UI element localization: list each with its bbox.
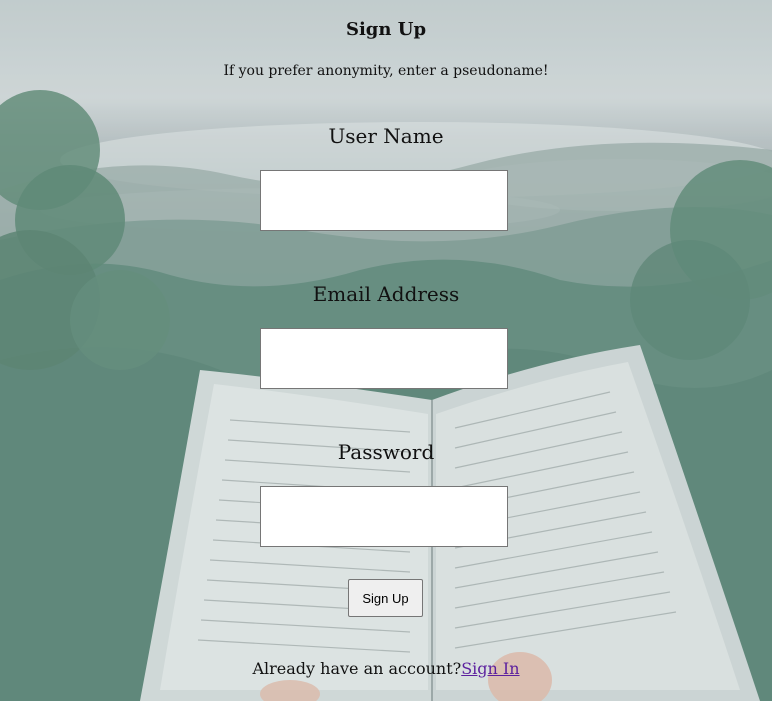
email-input[interactable] bbox=[260, 328, 508, 389]
password-input[interactable] bbox=[260, 486, 508, 547]
password-label: Password bbox=[337, 440, 435, 464]
signup-form-container: Sign Up If you prefer anonymity, enter a… bbox=[0, 0, 772, 701]
sign-in-prompt-text: Already have an account? bbox=[252, 659, 462, 678]
email-label: Email Address bbox=[312, 282, 460, 306]
username-label: User Name bbox=[328, 124, 444, 148]
username-input[interactable] bbox=[260, 170, 508, 231]
sign-up-button[interactable]: Sign Up bbox=[348, 579, 423, 617]
sign-in-link[interactable]: Sign In bbox=[461, 659, 519, 678]
page-title: Sign Up bbox=[345, 19, 427, 40]
sign-in-prompt: Already have an account?Sign In bbox=[0, 659, 772, 678]
page-subtitle: If you prefer anonymity, enter a pseudon… bbox=[223, 63, 549, 79]
